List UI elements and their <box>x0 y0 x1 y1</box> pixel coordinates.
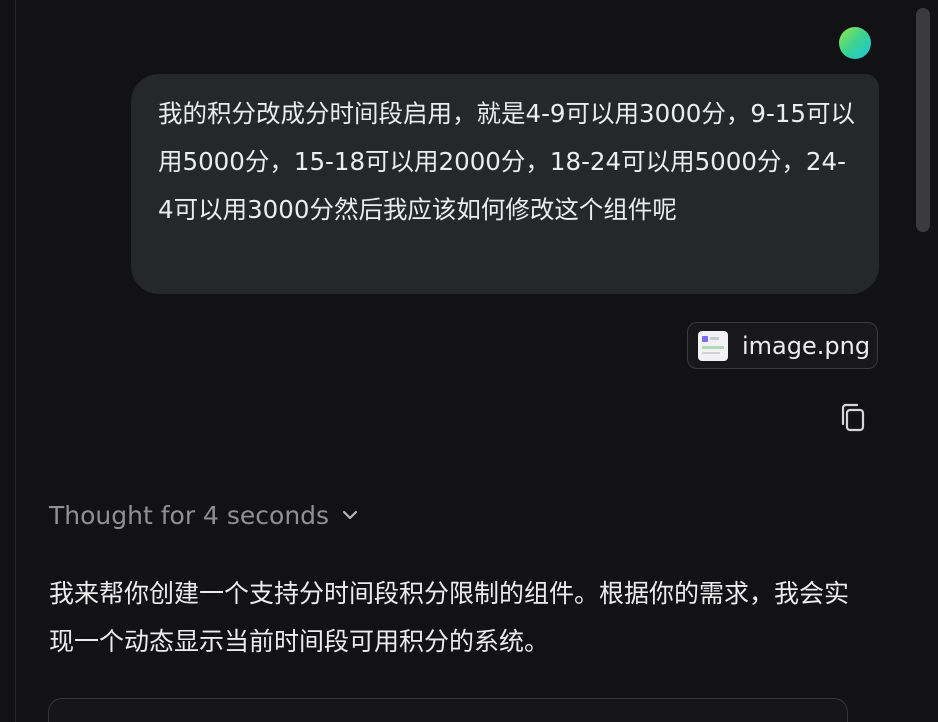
copy-icon <box>841 403 865 432</box>
user-message-bubble: 我的积分改成分时间段启用，就是4-9可以用3000分，9-15可以用5000分，… <box>131 74 879 294</box>
copy-button[interactable] <box>836 401 870 435</box>
attachment-filename: image.png <box>742 331 871 360</box>
scrollbar-thumb[interactable] <box>916 8 930 232</box>
user-avatar <box>839 27 871 59</box>
attachment-chip[interactable]: image.png <box>687 322 878 369</box>
chat-view: 我的积分改成分时间段启用，就是4-9可以用3000分，9-15可以用5000分，… <box>0 0 938 722</box>
chevron-down-icon <box>341 509 359 521</box>
sidebar-divider <box>15 0 16 722</box>
image-thumbnail-icon <box>698 330 728 361</box>
thought-toggle[interactable]: Thought for 4 seconds <box>49 497 359 533</box>
user-message-text: 我的积分改成分时间段启用，就是4-9可以用3000分，9-15可以用5000分，… <box>158 99 855 224</box>
assistant-message-text: 我来帮你创建一个支持分时间段积分限制的组件。根据你的需求，我会实现一个动态显示当… <box>49 579 850 656</box>
code-block-card <box>48 698 848 722</box>
thought-label: Thought for 4 seconds <box>49 500 330 530</box>
